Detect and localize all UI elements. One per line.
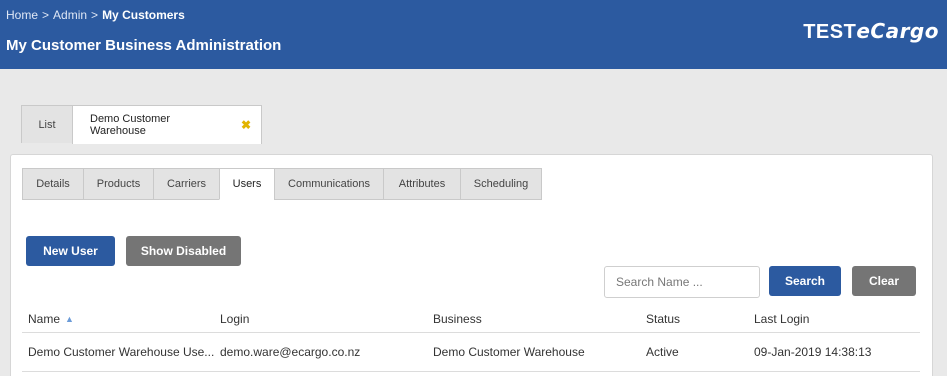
brand-logo-test: TEST: [803, 21, 857, 43]
new-user-button[interactable]: New User: [26, 236, 115, 266]
breadcrumb-current: My Customers: [102, 8, 185, 22]
cell-last-login: 09-Jan-2019 14:38:13: [754, 345, 872, 359]
tab-carriers[interactable]: Carriers: [153, 168, 220, 200]
brand-logo: TESTeCargo: [803, 19, 939, 44]
tab-details[interactable]: Details: [22, 168, 84, 200]
page-title: My Customer Business Administration: [6, 37, 282, 54]
cell-login: demo.ware@ecargo.co.nz: [220, 345, 361, 359]
tab-users[interactable]: Users: [219, 168, 275, 200]
cell-status: Active: [646, 345, 679, 359]
tab-communications[interactable]: Communications: [274, 168, 384, 200]
show-disabled-button[interactable]: Show Disabled: [126, 236, 241, 266]
breadcrumb-home[interactable]: Home: [6, 8, 38, 22]
breadcrumb-admin[interactable]: Admin: [53, 8, 87, 22]
search-button[interactable]: Search: [769, 266, 841, 296]
brand-logo-ecargo: eCargo: [856, 19, 939, 43]
users-table-header: Name ▲ Login Business Status Last Login: [22, 306, 920, 333]
sort-asc-icon[interactable]: ▲: [65, 314, 74, 324]
cell-business: Demo Customer Warehouse: [433, 345, 585, 359]
column-header-last-login[interactable]: Last Login: [754, 306, 809, 332]
column-header-status[interactable]: Status: [646, 306, 680, 332]
table-row[interactable]: Demo Customer Warehouse Use... demo.ware…: [22, 333, 920, 372]
tab-label: Demo Customer Warehouse: [90, 113, 171, 137]
tab-scheduling[interactable]: Scheduling: [460, 168, 542, 200]
search-name-input[interactable]: [604, 266, 760, 298]
close-icon[interactable]: ✖: [241, 118, 251, 132]
tab-demo-customer-warehouse[interactable]: Demo Customer Warehouse ✖: [72, 105, 262, 144]
column-header-business[interactable]: Business: [433, 306, 482, 332]
column-header-name[interactable]: Name ▲: [28, 306, 74, 332]
app-header: Home > Admin > My Customers My Customer Busi…: [0, 0, 947, 69]
column-header-login[interactable]: Login: [220, 306, 249, 332]
tab-products[interactable]: Products: [83, 168, 154, 200]
tab-attributes[interactable]: Attributes: [383, 168, 461, 200]
breadcrumb-separator: >: [91, 8, 99, 22]
column-header-label: Name: [28, 312, 61, 326]
tab-list[interactable]: List: [21, 105, 73, 143]
sub-tabs: Details Products Carriers Users Communic…: [22, 168, 542, 200]
cell-name: Demo Customer Warehouse Use...: [28, 345, 215, 359]
breadcrumb-separator: >: [42, 8, 50, 22]
clear-button[interactable]: Clear: [852, 266, 916, 296]
record-tabs: List Demo Customer Warehouse ✖: [21, 105, 262, 144]
breadcrumb: Home > Admin > My Customers: [6, 8, 185, 22]
